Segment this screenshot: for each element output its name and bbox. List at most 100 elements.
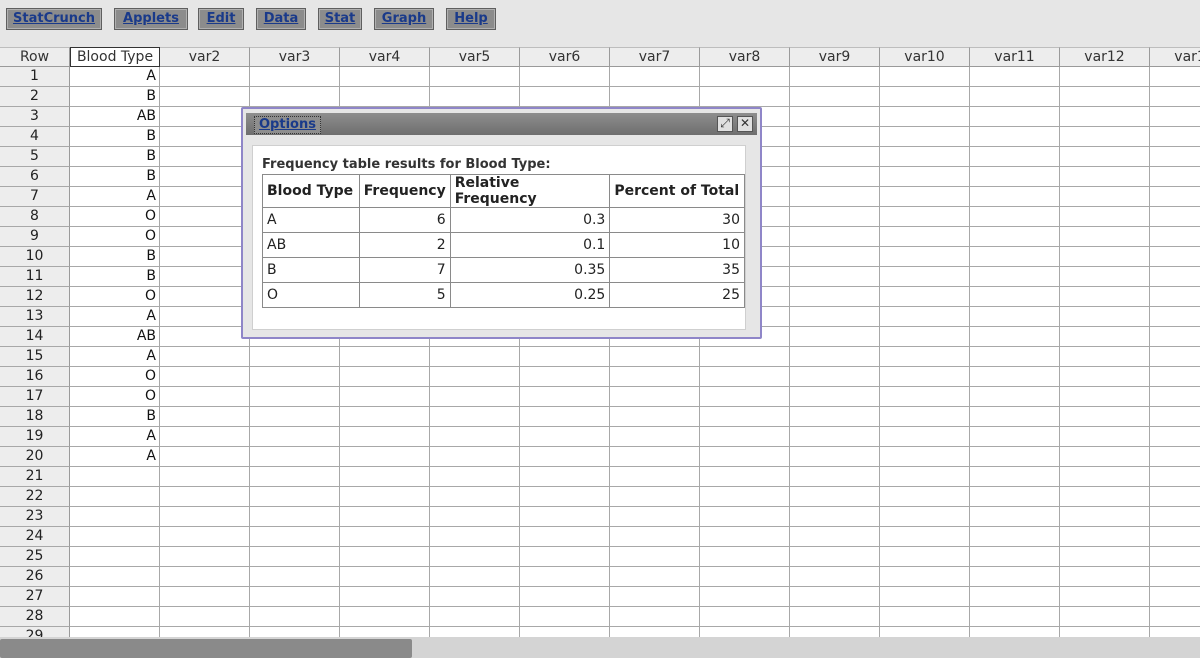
grid-cell[interactable] bbox=[160, 487, 250, 507]
grid-cell[interactable] bbox=[340, 407, 430, 427]
row-number[interactable]: 24 bbox=[0, 527, 70, 547]
grid-cell[interactable] bbox=[790, 427, 880, 447]
grid-cell[interactable] bbox=[970, 367, 1060, 387]
grid-cell[interactable] bbox=[250, 587, 340, 607]
grid-cell[interactable] bbox=[1150, 307, 1200, 327]
grid-cell[interactable] bbox=[1060, 587, 1150, 607]
grid-cell[interactable] bbox=[1150, 187, 1200, 207]
grid-cell[interactable] bbox=[520, 487, 610, 507]
grid-cell[interactable] bbox=[250, 607, 340, 627]
grid-cell[interactable]: B bbox=[70, 267, 160, 287]
grid-cell[interactable] bbox=[880, 127, 970, 147]
close-icon[interactable]: ✕ bbox=[737, 116, 753, 132]
grid-cell[interactable] bbox=[430, 607, 520, 627]
grid-cell[interactable] bbox=[340, 427, 430, 447]
grid-cell[interactable] bbox=[160, 587, 250, 607]
row-number[interactable]: 25 bbox=[0, 547, 70, 567]
grid-cell[interactable] bbox=[880, 487, 970, 507]
grid-cell[interactable] bbox=[790, 147, 880, 167]
grid-cell[interactable]: B bbox=[70, 247, 160, 267]
grid-cell[interactable] bbox=[340, 467, 430, 487]
row-number[interactable]: 1 bbox=[0, 67, 70, 87]
grid-cell[interactable] bbox=[700, 367, 790, 387]
grid-cell[interactable] bbox=[970, 467, 1060, 487]
grid-cell[interactable]: B bbox=[70, 407, 160, 427]
grid-cell[interactable] bbox=[160, 547, 250, 567]
grid-cell[interactable] bbox=[1060, 407, 1150, 427]
grid-cell[interactable] bbox=[250, 487, 340, 507]
row-number[interactable]: 13 bbox=[0, 307, 70, 327]
menu-button[interactable]: Stat bbox=[318, 8, 362, 30]
grid-cell[interactable]: A bbox=[70, 67, 160, 87]
grid-cell[interactable]: O bbox=[70, 387, 160, 407]
row-number[interactable]: 26 bbox=[0, 567, 70, 587]
grid-cell[interactable] bbox=[250, 67, 340, 87]
grid-cell[interactable] bbox=[160, 227, 250, 247]
grid-cell[interactable] bbox=[970, 527, 1060, 547]
grid-cell[interactable] bbox=[160, 167, 250, 187]
grid-cell[interactable]: B bbox=[70, 87, 160, 107]
grid-cell[interactable] bbox=[1060, 267, 1150, 287]
grid-cell[interactable] bbox=[1150, 207, 1200, 227]
row-number[interactable]: 27 bbox=[0, 587, 70, 607]
grid-cell[interactable] bbox=[880, 347, 970, 367]
grid-cell[interactable] bbox=[1060, 227, 1150, 247]
grid-cell[interactable] bbox=[700, 387, 790, 407]
grid-cell[interactable] bbox=[520, 607, 610, 627]
grid-cell[interactable] bbox=[790, 527, 880, 547]
grid-cell[interactable] bbox=[1150, 407, 1200, 427]
grid-cell[interactable] bbox=[160, 147, 250, 167]
grid-cell[interactable] bbox=[790, 587, 880, 607]
grid-cell[interactable] bbox=[610, 467, 700, 487]
grid-cell[interactable] bbox=[1060, 527, 1150, 547]
grid-cell[interactable] bbox=[520, 407, 610, 427]
grid-cell[interactable] bbox=[1150, 227, 1200, 247]
row-number[interactable]: 7 bbox=[0, 187, 70, 207]
column-header[interactable]: var12 bbox=[1060, 47, 1150, 67]
grid-cell[interactable] bbox=[340, 87, 430, 107]
menu-button[interactable]: StatCrunch bbox=[6, 8, 102, 30]
grid-cell[interactable] bbox=[1150, 147, 1200, 167]
grid-cell[interactable] bbox=[430, 527, 520, 547]
row-number[interactable]: 11 bbox=[0, 267, 70, 287]
grid-cell[interactable] bbox=[1060, 567, 1150, 587]
grid-cell[interactable] bbox=[1150, 567, 1200, 587]
grid-cell[interactable] bbox=[700, 467, 790, 487]
grid-cell[interactable] bbox=[160, 507, 250, 527]
grid-cell[interactable] bbox=[340, 567, 430, 587]
grid-cell[interactable] bbox=[70, 587, 160, 607]
grid-cell[interactable] bbox=[880, 207, 970, 227]
grid-cell[interactable] bbox=[1150, 347, 1200, 367]
row-number[interactable]: 3 bbox=[0, 107, 70, 127]
grid-cell[interactable] bbox=[340, 347, 430, 367]
grid-cell[interactable] bbox=[1150, 67, 1200, 87]
grid-cell[interactable] bbox=[1150, 547, 1200, 567]
grid-cell[interactable] bbox=[70, 567, 160, 587]
grid-cell[interactable] bbox=[430, 347, 520, 367]
grid-cell[interactable] bbox=[700, 67, 790, 87]
grid-cell[interactable] bbox=[160, 407, 250, 427]
row-number[interactable]: 18 bbox=[0, 407, 70, 427]
grid-cell[interactable] bbox=[160, 287, 250, 307]
grid-cell[interactable] bbox=[700, 507, 790, 527]
grid-cell[interactable] bbox=[340, 387, 430, 407]
grid-cell[interactable] bbox=[700, 587, 790, 607]
grid-cell[interactable] bbox=[160, 107, 250, 127]
grid-cell[interactable] bbox=[250, 447, 340, 467]
grid-cell[interactable] bbox=[970, 247, 1060, 267]
grid-cell[interactable] bbox=[520, 387, 610, 407]
grid-cell[interactable] bbox=[1060, 387, 1150, 407]
grid-cell[interactable] bbox=[970, 547, 1060, 567]
grid-cell[interactable] bbox=[610, 427, 700, 447]
grid-cell[interactable] bbox=[1060, 207, 1150, 227]
grid-cell[interactable] bbox=[790, 67, 880, 87]
grid-cell[interactable] bbox=[250, 387, 340, 407]
grid-cell[interactable] bbox=[1060, 167, 1150, 187]
column-header[interactable]: var5 bbox=[430, 47, 520, 67]
grid-cell[interactable] bbox=[790, 107, 880, 127]
grid-cell[interactable]: A bbox=[70, 427, 160, 447]
grid-cell[interactable] bbox=[970, 327, 1060, 347]
menu-button[interactable]: Help bbox=[446, 8, 496, 30]
grid-cell[interactable] bbox=[790, 507, 880, 527]
grid-cell[interactable] bbox=[1150, 87, 1200, 107]
